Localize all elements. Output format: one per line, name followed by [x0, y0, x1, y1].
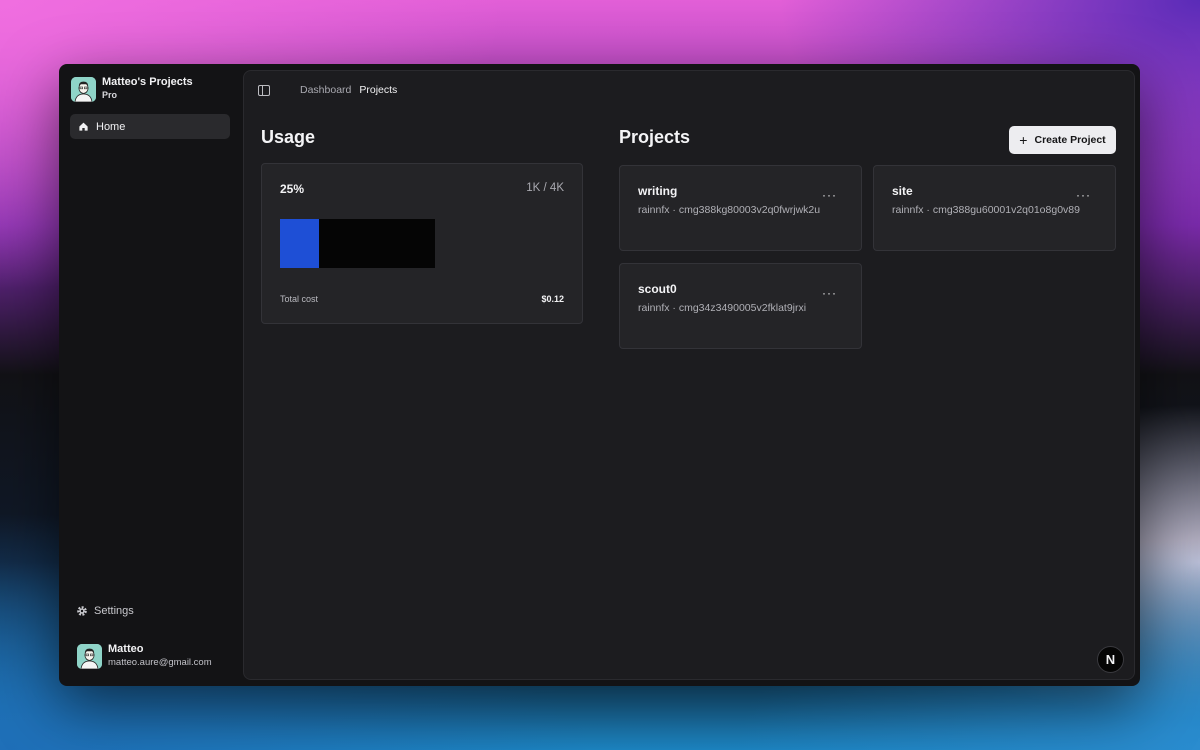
breadcrumb: Dashboard Projects: [258, 83, 397, 97]
org-switcher[interactable]: Matteo's Projects Pro: [71, 76, 193, 102]
total-cost-value: $0.12: [541, 294, 564, 304]
project-name: site: [892, 184, 913, 198]
project-meta: rainnfx · cmg388gu60001v2q01o8g0v89: [892, 204, 1080, 216]
nextjs-badge[interactable]: N: [1097, 646, 1124, 673]
create-project-label: Create Project: [1034, 134, 1106, 146]
plus-icon: +: [1019, 132, 1028, 148]
sidebar-item-settings[interactable]: Settings: [76, 605, 134, 617]
more-icon[interactable]: ···: [822, 189, 837, 201]
project-name: writing: [638, 184, 678, 198]
user-menu[interactable]: Matteo matteo.aure@gmail.com: [77, 643, 212, 669]
project-meta: rainnfx · cmg34z3490005v2fklat9jrxi: [638, 302, 807, 314]
project-card[interactable]: site rainnfx · cmg388gu60001v2q01o8g0v89…: [873, 165, 1116, 251]
usage-heading: Usage: [261, 127, 316, 147]
sidebar-item-home-label: Home: [96, 120, 126, 133]
usage-card: 25% 1K / 4K Total cost $0.12: [261, 163, 583, 324]
sidebar-toggle-icon[interactable]: [258, 84, 270, 96]
user-name: Matteo: [108, 643, 144, 655]
project-card[interactable]: scout0 rainnfx · cmg34z3490005v2fklat9jr…: [619, 263, 862, 349]
breadcrumb-dashboard[interactable]: Dashboard: [300, 84, 351, 96]
main-content: Dashboard Projects Usage 25% 1K / 4K Tot…: [243, 70, 1135, 680]
create-project-button[interactable]: + Create Project: [1009, 126, 1116, 154]
org-avatar: [71, 76, 96, 102]
sidebar-item-settings-label: Settings: [94, 605, 134, 617]
project-meta: rainnfx · cmg388kg80003v2q0fwrjwk2u: [638, 204, 821, 216]
project-name: scout0: [638, 282, 677, 296]
org-name: Matteo's Projects: [102, 76, 193, 88]
sidebar-item-home[interactable]: Home: [70, 114, 230, 139]
app-window: Matteo's Projects Pro Home Settings Matt…: [59, 64, 1140, 686]
projects-heading: Projects: [619, 127, 691, 147]
breadcrumb-projects: Projects: [359, 84, 398, 96]
total-cost-label: Total cost: [280, 294, 319, 304]
more-icon[interactable]: ···: [822, 287, 837, 299]
usage-percent: 25%: [280, 182, 305, 196]
usage-ratio: 1K / 4K: [526, 182, 564, 194]
org-plan: Pro: [102, 90, 118, 100]
sidebar: Matteo's Projects Pro Home Settings Matt…: [59, 64, 243, 686]
user-avatar: [77, 643, 102, 669]
usage-bar-fill: [280, 219, 319, 268]
user-email: matteo.aure@gmail.com: [108, 657, 212, 668]
gear-icon: [77, 606, 87, 616]
home-icon: [79, 122, 88, 131]
more-icon[interactable]: ···: [1076, 189, 1091, 201]
project-card[interactable]: writing rainnfx · cmg388kg80003v2q0fwrjw…: [619, 165, 862, 251]
usage-bar: [280, 219, 435, 268]
